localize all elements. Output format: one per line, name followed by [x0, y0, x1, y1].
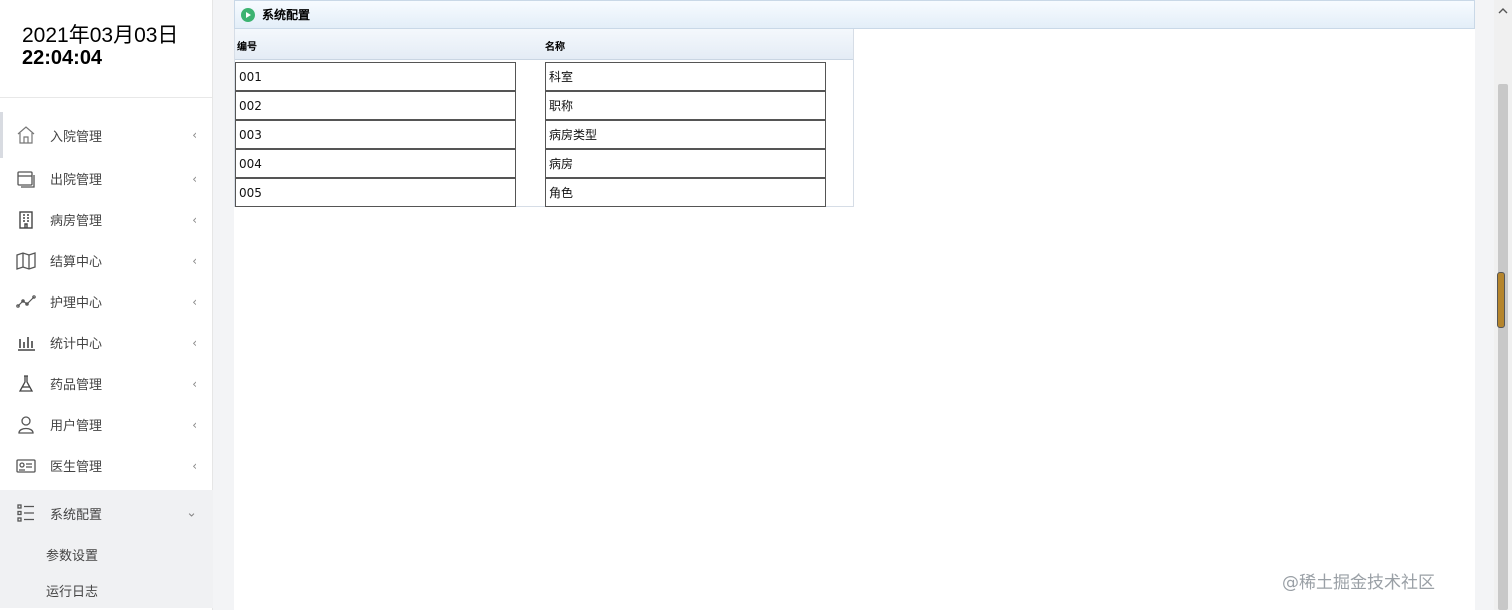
chevron-left-icon: ‹	[192, 335, 197, 350]
panel-title: 系统配置	[262, 8, 311, 22]
sidebar-item-admission[interactable]: 入院管理 ‹	[0, 112, 213, 158]
sidebar-item-ward[interactable]: 病房管理 ‹	[0, 199, 213, 240]
chevron-left-icon: ‹	[192, 212, 197, 227]
chevron-left-icon: ‹	[192, 171, 197, 186]
id-card-icon	[16, 456, 36, 476]
chevron-left-icon: ‹	[192, 417, 197, 432]
name-input[interactable]	[545, 120, 826, 149]
sidebar-item-users[interactable]: 用户管理 ‹	[0, 404, 213, 445]
table-row	[235, 120, 855, 149]
column-header-id: 编号	[237, 42, 257, 53]
chevron-left-icon: ‹	[192, 294, 197, 309]
sidebar-menu: 入院管理 ‹ 出院管理 ‹ 病房管理 ‹ 结算中心 ‹ 护理中心 ‹ 统计中心 …	[0, 112, 213, 608]
scroll-thumb[interactable]	[1497, 272, 1505, 328]
sidebar-item-label: 护理中心	[50, 296, 103, 311]
watermark: @稀土掘金技术社区	[1282, 573, 1435, 593]
user-icon	[16, 415, 36, 435]
flask-icon	[16, 374, 36, 394]
chevron-left-icon: ‹	[192, 376, 197, 391]
panel-header: 系统配置	[234, 0, 1475, 29]
sidebar: 2021年03月03日 22:04:04 入院管理 ‹ 出院管理 ‹ 病房管理 …	[0, 0, 213, 610]
trend-icon	[16, 292, 36, 312]
window-icon	[16, 169, 36, 189]
table-row	[235, 149, 855, 178]
sidebar-item-pharmacy[interactable]: 药品管理 ‹	[0, 363, 213, 404]
sidebar-item-label: 出院管理	[50, 173, 103, 188]
chevron-down-icon: ⌄	[186, 505, 197, 521]
sidebar-item-label: 用户管理	[50, 419, 103, 434]
table-header: 编号 名称	[235, 29, 853, 60]
table-row	[235, 178, 855, 207]
sidebar-item-label: 入院管理	[50, 129, 103, 145]
sidebar-item-label: 结算中心	[50, 255, 103, 270]
sidebar-item-discharge[interactable]: 出院管理 ‹	[0, 158, 213, 199]
chevron-left-icon: ‹	[192, 128, 197, 142]
submenu-system-config: 参数设置 运行日志	[0, 536, 213, 608]
sidebar-item-label: 系统配置	[50, 507, 103, 523]
submenu-item-run-log[interactable]: 运行日志	[0, 572, 213, 608]
sidebar-item-doctors[interactable]: 医生管理 ‹	[0, 445, 213, 486]
table-row	[235, 91, 855, 120]
scroll-up-icon[interactable]	[1494, 2, 1512, 20]
building-icon	[16, 210, 36, 230]
column-header-name: 名称	[545, 42, 565, 53]
bar-chart-icon	[16, 333, 36, 353]
id-input[interactable]	[235, 120, 516, 149]
sidebar-item-billing[interactable]: 结算中心 ‹	[0, 240, 213, 281]
sidebar-item-label: 病房管理	[50, 214, 103, 229]
sidebar-item-statistics[interactable]: 统计中心 ‹	[0, 322, 213, 363]
sidebar-item-label: 统计中心	[50, 337, 103, 352]
sidebar-item-system-config[interactable]: 系统配置 ⌄	[0, 490, 213, 536]
chevron-left-icon: ‹	[192, 458, 197, 473]
sidebar-item-label: 药品管理	[50, 378, 103, 393]
clock-time: 22:04:04	[22, 47, 103, 69]
id-input[interactable]	[235, 149, 516, 178]
id-input[interactable]	[235, 178, 516, 207]
submenu-item-parameters[interactable]: 参数设置	[0, 536, 213, 572]
home-icon	[16, 125, 36, 145]
table-row	[235, 62, 855, 91]
clock: 2021年03月03日 22:04:04	[0, 0, 212, 98]
sidebar-item-nursing[interactable]: 护理中心 ‹	[0, 281, 213, 322]
chevron-left-icon: ‹	[192, 253, 197, 268]
name-input[interactable]	[545, 62, 826, 91]
id-input[interactable]	[235, 62, 516, 91]
config-table: 编号 名称	[234, 29, 854, 207]
scroll-track[interactable]	[1498, 84, 1508, 610]
name-input[interactable]	[545, 178, 826, 207]
name-input[interactable]	[545, 91, 826, 120]
play-icon	[241, 7, 255, 22]
clock-date: 2021年03月03日	[22, 24, 179, 47]
list-icon	[16, 503, 36, 523]
main-content: 系统配置 编号 名称	[234, 0, 1475, 610]
name-input[interactable]	[545, 149, 826, 178]
map-icon	[16, 251, 36, 271]
sidebar-item-label: 医生管理	[50, 460, 103, 475]
id-input[interactable]	[235, 91, 516, 120]
vertical-scrollbar[interactable]	[1494, 0, 1512, 610]
